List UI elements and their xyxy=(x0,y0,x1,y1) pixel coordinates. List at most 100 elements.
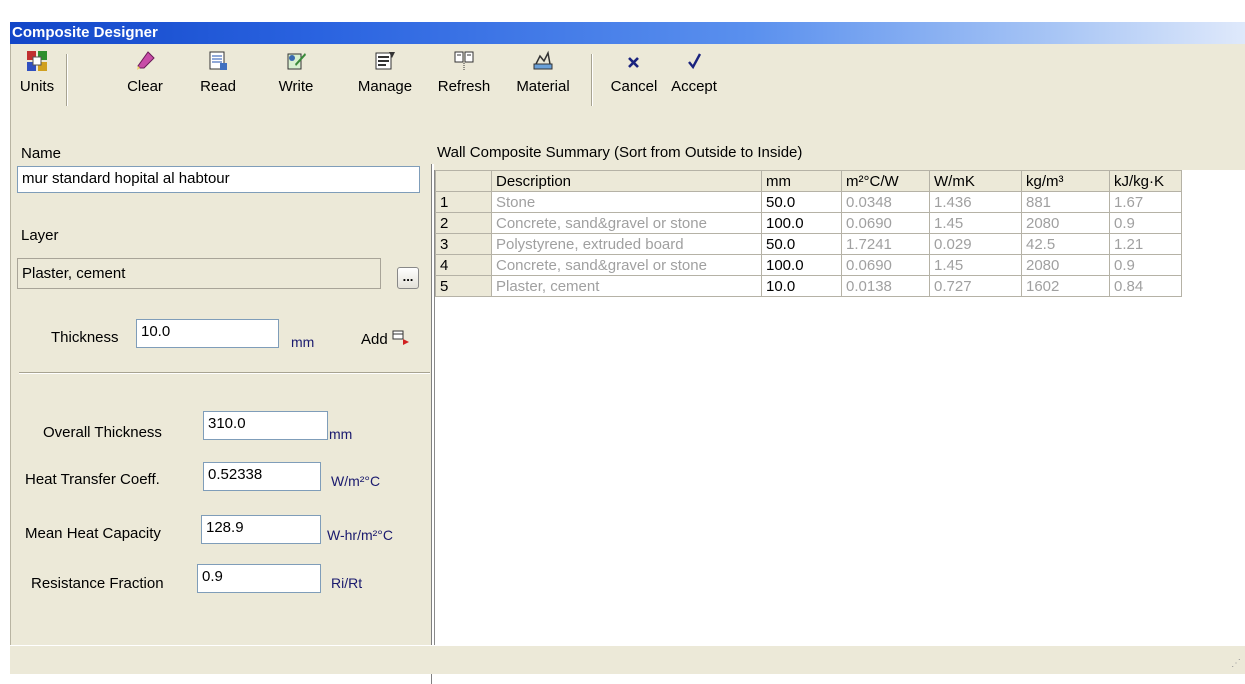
resistance-fraction-label: Resistance Fraction xyxy=(31,575,164,592)
add-label: Add xyxy=(361,331,388,348)
toolbar-separator xyxy=(591,54,593,106)
mean-heat-capacity-field[interactable]: 128.9 xyxy=(201,515,321,544)
browse-layer-button[interactable]: ... xyxy=(397,267,419,289)
write-button[interactable]: Write xyxy=(276,50,316,108)
cell-description: Plaster, cement xyxy=(491,275,762,297)
cell-conductivity: 1.45 xyxy=(929,254,1022,276)
overall-thickness-unit: mm xyxy=(329,426,353,442)
resistance-fraction-unit: Ri/Rt xyxy=(331,575,363,591)
thickness-unit: mm xyxy=(291,334,315,350)
heat-transfer-label: Heat Transfer Coeff. xyxy=(25,471,160,488)
clear-button[interactable]: Clear xyxy=(123,50,167,108)
overall-thickness-label: Overall Thickness xyxy=(43,424,162,441)
row-number[interactable]: 4 xyxy=(435,254,492,276)
cell-mm[interactable]: 100.0 xyxy=(761,212,842,234)
eraser-icon xyxy=(137,51,155,70)
cell-description: Concrete, sand&gravel or stone xyxy=(491,254,762,276)
composite-table: Description mm m²°C/W W/mK kg/m³ kJ/kg·K… xyxy=(435,170,1182,297)
cell-specific-heat: 0.84 xyxy=(1109,275,1182,297)
cell-mm[interactable]: 100.0 xyxy=(761,254,842,276)
manage-icon xyxy=(375,52,395,70)
row-number[interactable]: 2 xyxy=(435,212,492,234)
cell-specific-heat: 0.9 xyxy=(1109,212,1182,234)
column-header-conductivity[interactable]: W/mK xyxy=(929,170,1022,192)
window-frame: Units Clear Read Write Manage Refresh Ma… xyxy=(10,44,1245,684)
toolbar: Units Clear Read Write Manage Refresh Ma… xyxy=(11,44,1245,118)
cell-mm[interactable]: 50.0 xyxy=(761,233,842,255)
read-button[interactable]: Read xyxy=(199,50,237,108)
units-button[interactable]: Units xyxy=(17,50,57,108)
cell-mm[interactable]: 10.0 xyxy=(761,275,842,297)
row-number[interactable]: 3 xyxy=(435,233,492,255)
refresh-button[interactable]: Refresh xyxy=(433,50,495,108)
cell-conductivity: 0.727 xyxy=(929,275,1022,297)
heat-transfer-unit: W/m²°C xyxy=(331,473,381,489)
units-icon xyxy=(27,51,47,71)
material-button[interactable]: Material xyxy=(511,50,575,108)
section-divider xyxy=(19,372,430,374)
cell-description: Stone xyxy=(491,191,762,213)
cell-description: Concrete, sand&gravel or stone xyxy=(491,212,762,234)
refresh-icon xyxy=(454,51,474,70)
column-header-description[interactable]: Description xyxy=(491,170,762,192)
column-header-density[interactable]: kg/m³ xyxy=(1021,170,1110,192)
toolbar-separator xyxy=(66,54,68,106)
cell-conductivity: 1.436 xyxy=(929,191,1022,213)
name-label: Name xyxy=(21,145,62,162)
add-layer-button[interactable]: Add xyxy=(361,329,410,348)
cell-density: 2080 xyxy=(1021,254,1110,276)
accept-button[interactable]: Accept xyxy=(667,50,721,108)
table-row[interactable]: 4 Concrete, sand&gravel or stone 100.0 0… xyxy=(435,254,1182,276)
column-header-resistance[interactable]: m²°C/W xyxy=(841,170,930,192)
resize-grip-icon[interactable]: ⋰ xyxy=(1231,658,1241,669)
name-field[interactable]: mur standard hopital al habtour xyxy=(17,166,420,193)
cell-description: Polystyrene, extruded board xyxy=(491,233,762,255)
heat-transfer-field[interactable]: 0.52338 xyxy=(203,462,321,491)
layer-field: Plaster, cement xyxy=(17,258,381,289)
column-header-index[interactable] xyxy=(435,170,492,192)
column-header-mm[interactable]: mm xyxy=(761,170,842,192)
row-number[interactable]: 5 xyxy=(435,275,492,297)
checkmark-icon xyxy=(688,53,702,70)
layer-label: Layer xyxy=(21,227,59,244)
cell-resistance: 0.0348 xyxy=(841,191,930,213)
cell-resistance: 0.0690 xyxy=(841,254,930,276)
row-number[interactable]: 1 xyxy=(435,191,492,213)
thickness-label: Thickness xyxy=(51,329,119,346)
cell-density: 42.5 xyxy=(1021,233,1110,255)
cell-specific-heat: 0.9 xyxy=(1109,254,1182,276)
mean-heat-capacity-label: Mean Heat Capacity xyxy=(25,525,161,542)
cell-resistance: 1.7241 xyxy=(841,233,930,255)
read-file-icon xyxy=(209,51,227,70)
status-bar: ⋰ xyxy=(10,645,1245,674)
cell-resistance: 0.0690 xyxy=(841,212,930,234)
cell-density: 2080 xyxy=(1021,212,1110,234)
write-file-icon xyxy=(287,53,306,70)
cell-resistance: 0.0138 xyxy=(841,275,930,297)
table-row[interactable]: 3 Polystyrene, extruded board 50.0 1.724… xyxy=(435,233,1182,255)
cell-specific-heat: 1.21 xyxy=(1109,233,1182,255)
cell-specific-heat: 1.67 xyxy=(1109,191,1182,213)
table-row[interactable]: 1 Stone 50.0 0.0348 1.436 881 1.67 xyxy=(435,191,1182,213)
table-row[interactable]: 2 Concrete, sand&gravel or stone 100.0 0… xyxy=(435,212,1182,234)
cancel-button[interactable]: Cancel xyxy=(609,50,659,108)
cell-mm[interactable]: 50.0 xyxy=(761,191,842,213)
composite-designer-window: Composite Designer Units Clear Read Writ… xyxy=(0,0,1245,684)
cell-conductivity: 1.45 xyxy=(929,212,1022,234)
grid-title: Wall Composite Summary (Sort from Outsid… xyxy=(437,144,803,161)
resistance-fraction-field[interactable]: 0.9 xyxy=(197,564,321,593)
cancel-x-icon xyxy=(628,57,639,68)
material-icon xyxy=(533,50,553,70)
thickness-field[interactable]: 10.0 xyxy=(136,319,279,348)
mean-heat-capacity-unit: W-hr/m²°C xyxy=(327,527,393,543)
cell-density: 1602 xyxy=(1021,275,1110,297)
column-header-specific-heat[interactable]: kJ/kg·K xyxy=(1109,170,1182,192)
manage-button[interactable]: Manage xyxy=(353,50,417,108)
table-header-row: Description mm m²°C/W W/mK kg/m³ kJ/kg·K xyxy=(435,170,1182,192)
window-title: Composite Designer xyxy=(10,22,1245,44)
cell-density: 881 xyxy=(1021,191,1110,213)
add-layer-icon xyxy=(392,330,409,345)
overall-thickness-field[interactable]: 310.0 xyxy=(203,411,328,440)
composite-summary-grid[interactable]: Description mm m²°C/W W/mK kg/m³ kJ/kg·K… xyxy=(434,170,1245,645)
table-row[interactable]: 5 Plaster, cement 10.0 0.0138 0.727 1602… xyxy=(435,275,1182,297)
